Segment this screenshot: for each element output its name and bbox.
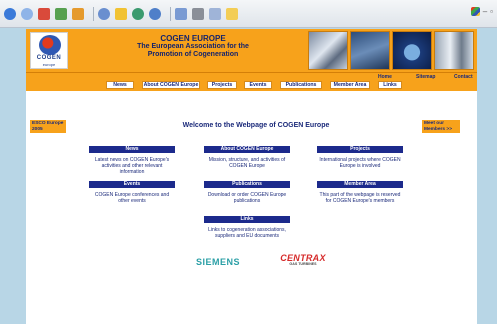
stop-icon[interactable] [38, 7, 50, 20]
header-photo-engine [434, 31, 474, 70]
section-events-text: COGEN Europe conferences and other event… [94, 192, 170, 204]
section-projects-title[interactable]: Projects [317, 146, 403, 153]
section-projects-text: International projects where COGEN Europ… [319, 157, 401, 169]
centrax-logo[interactable]: CENTRAX GAS TURBINES [273, 253, 333, 266]
header-photo-strip [308, 31, 474, 70]
media-icon[interactable] [132, 7, 144, 20]
header-photo-turbine [308, 31, 348, 70]
nav-news[interactable]: News [106, 81, 134, 89]
section-news-text: Latest news on COGEN Europe's activities… [94, 157, 170, 175]
section-news-title[interactable]: News [89, 146, 175, 153]
browser-toolbar: – ▫ [0, 0, 497, 28]
logo-text: COGEN [36, 55, 62, 61]
history-icon[interactable] [149, 7, 161, 20]
header-photo-globe [392, 31, 432, 70]
meet-members-banner[interactable]: Meet our Members >> [422, 120, 460, 133]
section-about-text: Mission, structure, and activities of CO… [208, 157, 286, 169]
site-title-line3: Promotion of Cogeneration [147, 51, 239, 58]
minimize-icon[interactable]: – [483, 7, 487, 16]
section-links: Links Links to cogeneration associations… [204, 216, 290, 239]
forward-icon[interactable] [21, 7, 33, 20]
search-icon[interactable] [98, 7, 110, 20]
logo-subtext: europe [42, 62, 56, 67]
toolbar-separator [93, 6, 94, 21]
site-title-line2: The European Association for the [137, 43, 249, 50]
welcome-heading: Welcome to the Webpage of COGEN Europe [182, 122, 330, 129]
windows-flag-icon [470, 7, 480, 16]
utility-bar: Home Sitemap Contact [26, 72, 477, 80]
header-photo-plant [350, 31, 390, 70]
toolbar-separator [170, 6, 171, 21]
section-publications: Publications Download or order COGEN Eur… [204, 181, 290, 204]
main-nav: News About COGEN Europe Projects Events … [26, 80, 477, 91]
edit-icon[interactable] [209, 7, 221, 20]
refresh-icon[interactable] [55, 7, 67, 20]
mail-icon[interactable] [175, 7, 187, 20]
cogen-logo[interactable]: COGEN europe [30, 32, 68, 69]
right-margin-area [477, 29, 497, 324]
section-member-area-title[interactable]: Member Area [317, 181, 403, 188]
section-publications-text: Download or order COGEN Europe publicati… [207, 192, 287, 204]
folder-icon[interactable] [226, 7, 238, 20]
window-controls: – ▫ [470, 7, 493, 16]
site-header: COGEN europe COGEN EUROPE The European A… [26, 29, 477, 72]
section-links-text: Links to cogeneration associations, supp… [208, 227, 286, 239]
page-viewport: COGEN europe COGEN EUROPE The European A… [26, 29, 477, 324]
siemens-logo[interactable]: SIEMENS [196, 257, 240, 267]
section-member-area: Member Area This part of the webpage is … [317, 181, 403, 204]
home-icon[interactable] [72, 7, 84, 20]
site-title: COGEN EUROPE The European Association fo… [120, 35, 266, 59]
section-about: About COGEN Europe Mission, structure, a… [204, 146, 290, 169]
nav-projects[interactable]: Projects [207, 81, 237, 89]
nav-links[interactable]: Links [378, 81, 402, 89]
section-publications-title[interactable]: Publications [204, 181, 290, 188]
section-about-title[interactable]: About COGEN Europe [204, 146, 290, 153]
nav-publications[interactable]: Publications [280, 81, 322, 89]
nav-events[interactable]: Events [244, 81, 272, 89]
section-links-title[interactable]: Links [204, 216, 290, 223]
logo-swirl-icon [39, 35, 61, 55]
favorites-icon[interactable] [115, 7, 127, 20]
section-news: News Latest news on COGEN Europe's activ… [89, 146, 175, 175]
section-events: Events COGEN Europe conferences and othe… [89, 181, 175, 204]
section-events-title[interactable]: Events [89, 181, 175, 188]
site-title-line1: COGEN EUROPE [160, 34, 226, 43]
nav-member-area[interactable]: Member Area [330, 81, 370, 89]
section-member-area-text: This part of the webpage is reserved for… [319, 192, 401, 204]
back-icon[interactable] [4, 7, 16, 20]
maximize-icon[interactable]: ▫ [490, 7, 493, 16]
nav-about[interactable]: About COGEN Europe [142, 81, 200, 89]
esco-europe-banner[interactable]: ESCO Europe 2005 [30, 120, 66, 133]
print-icon[interactable] [192, 7, 204, 20]
section-projects: Projects International projects where CO… [317, 146, 403, 169]
